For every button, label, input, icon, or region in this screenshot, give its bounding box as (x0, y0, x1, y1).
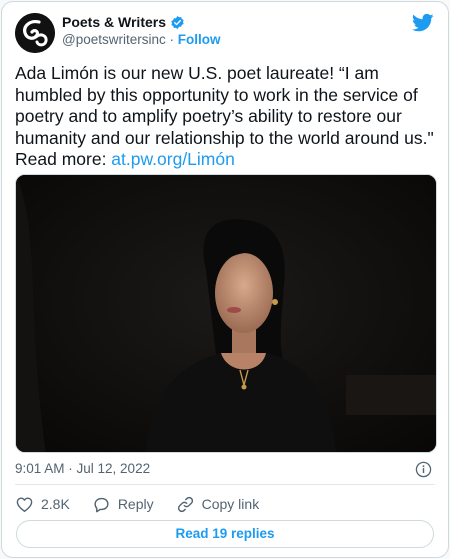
author-handle[interactable]: @poetswritersinc (62, 32, 166, 47)
read-replies-button[interactable]: Read 19 replies (16, 520, 434, 548)
handle-separator: · (169, 32, 175, 47)
link-icon (177, 496, 193, 512)
divider (15, 484, 435, 485)
author-name[interactable]: Poets & Writers (62, 14, 166, 30)
tweet-photo[interactable] (15, 174, 437, 453)
copy-link-label: Copy link (201, 496, 260, 512)
action-bar: 2.8K Reply Copy link (15, 492, 281, 516)
reply-button[interactable]: Reply (92, 495, 154, 514)
tweet-header: Poets & Writers @poetswritersinc · Follo… (15, 11, 436, 53)
copy-link-button[interactable]: Copy link (176, 495, 260, 514)
timestamp[interactable]: 9:01 AM · Jul 12, 2022 (15, 461, 150, 476)
avatar[interactable] (15, 13, 55, 53)
reply-bubble-icon (94, 497, 109, 512)
heart-icon (16, 496, 33, 512)
author-block: Poets & Writers @poetswritersinc · Follo… (62, 14, 221, 47)
read-more-link[interactable]: at.pw.org/Limón (111, 149, 235, 169)
tweet-meta: 9:01 AM · Jul 12, 2022 (15, 461, 435, 479)
like-count: 2.8K (41, 496, 70, 512)
tweet-text: Ada Limón is our new U.S. poet laureate!… (15, 63, 435, 171)
verified-badge-icon (170, 15, 185, 30)
like-button[interactable]: 2.8K (15, 495, 70, 514)
tweet-card: Poets & Writers @poetswritersinc · Follo… (1, 1, 449, 558)
reply-label: Reply (117, 496, 154, 512)
handle-row: @poetswritersinc · Follow (62, 32, 221, 47)
follow-button[interactable]: Follow (178, 32, 221, 47)
info-icon[interactable] (415, 461, 432, 478)
twitter-bird-icon[interactable] (411, 13, 434, 33)
